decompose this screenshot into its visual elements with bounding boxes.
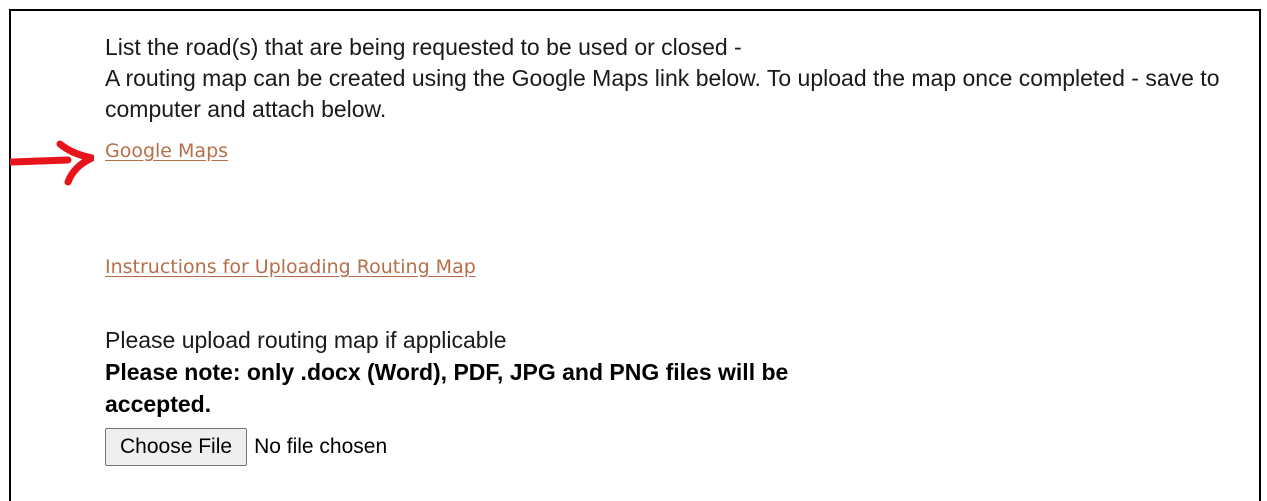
google-maps-link[interactable]: Google Maps [105, 140, 228, 162]
intro-line-1: List the road(s) that are being requeste… [105, 34, 742, 60]
upload-label: Please upload routing map if applicable [105, 327, 507, 353]
instructions-link[interactable]: Instructions for Uploading Routing Map [105, 256, 476, 278]
intro-line-2: A routing map can be created using the G… [105, 65, 1220, 122]
choose-file-button[interactable]: Choose File [105, 428, 248, 466]
file-input[interactable]: Choose File No file chosen [105, 428, 387, 466]
form-content: List the road(s) that are being requeste… [105, 32, 1225, 466]
file-status: No file chosen [254, 435, 388, 458]
upload-note: Please note: only .docx (Word), PDF, JPG… [105, 359, 789, 417]
red-arrow-icon [10, 140, 94, 186]
intro-text: List the road(s) that are being requeste… [105, 32, 1225, 125]
